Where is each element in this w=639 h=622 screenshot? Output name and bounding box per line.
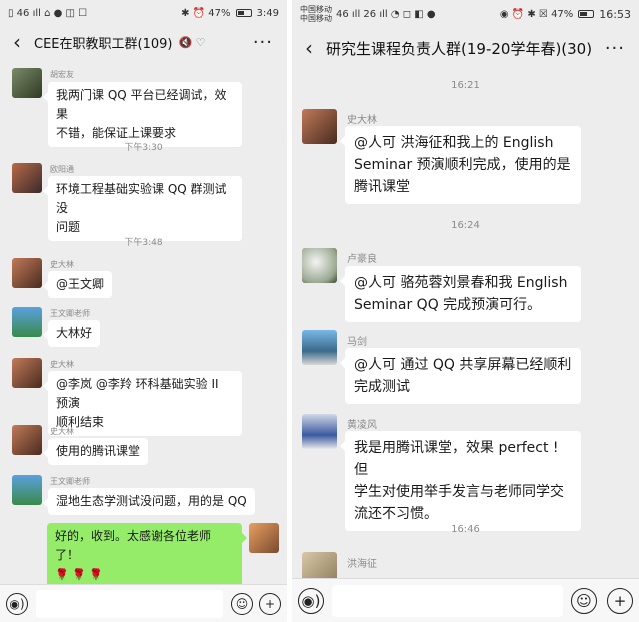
message-bubble[interactable]: @人可 骆苑蓉刘景春和我 English Seminar QQ 完成预演可行。 [340,266,581,322]
sender-name: 洪海征 [347,559,377,570]
plus-icon[interactable]: + [607,587,633,614]
message-bubble[interactable]: 使用的腾讯课堂 [42,438,149,465]
chat-title: 研究生课程负责人群(19-20学年春)(30) [326,39,593,58]
avatar[interactable] [12,358,42,388]
clock: 3:49 [256,7,279,19]
timestamp: 下午3:48 [124,238,163,248]
avatar[interactable] [302,248,337,283]
message-line: 我两门课 QQ 平台已经调试，效果 [56,88,227,121]
chat-header: ‹ CEE在职教职工群(109) 🔇 ♡ ··· [0,24,287,60]
back-arrow-icon[interactable]: ‹ [0,30,34,54]
carrier-1: 中国移动 [300,5,332,14]
avatar[interactable] [302,414,337,449]
more-options-icon[interactable]: ··· [605,38,625,59]
message-bubble[interactable]: 我两门课 QQ 平台已经调试，效果 不错，能保证上课要求 [43,82,242,147]
sender-name: 卢豪良 [347,254,377,265]
message-line: @人可 骆苑蓉刘景春和我 English [354,275,568,291]
input-bar: ◉) ☺ + [292,578,639,622]
message-line: 腾讯课堂 [354,179,410,195]
message-line: @人可 洪海征和我上的 English [354,135,554,151]
voice-icon[interactable]: ◉) [6,592,28,615]
sender-name: 胡宏友 [50,70,74,79]
sender-name: 马剑 [347,337,367,348]
message-bubble[interactable]: 环境工程基础实验课 QQ 群测试没 问题 [43,176,242,241]
timestamp: 16:21 [451,80,480,91]
message-line: 环境工程基础实验课 QQ 群测试没 [56,182,227,215]
status-bar: 中国移动 中国移动 46 ıll 26 ıll ◔ ◻ ◧ ● ◉ ⏰ ✱ ☒ … [292,0,639,28]
message-line: 流还不习惯。 [354,506,438,522]
avatar[interactable] [12,475,42,505]
message-input[interactable] [36,589,223,618]
sender-name: 欧阳通 [50,165,74,174]
avatar[interactable] [302,109,337,144]
battery-icon [235,9,252,17]
avatar[interactable] [12,68,42,98]
sender-name: 史大林 [50,360,74,369]
my-avatar[interactable] [249,523,279,553]
status-icons: 46 ıll 26 ıll ◔ ◻ ◧ ● [336,8,436,20]
status-bar: ▯ 46 ıll ⌂ ● ◫ ☐ ✱ ⏰ 47% 3:49 [0,0,287,26]
sender-name: 史大林 [347,115,377,126]
status-indicators: ✱ ⏰ 47% [181,7,231,19]
message-bubble[interactable]: @王文卿 [42,271,113,298]
left-chat-screen: ▯ 46 ıll ⌂ ● ◫ ☐ ✱ ⏰ 47% 3:49 ‹ CEE在职教职工… [0,0,287,622]
avatar[interactable] [302,330,337,365]
message-line: 顺利结束 [56,415,105,429]
carrier-labels: 中国移动 中国移动 [300,5,332,23]
chat-title: CEE在职教职工群(109) [34,36,173,52]
message-bubble[interactable]: 大林好 [42,320,101,347]
more-options-icon[interactable]: ··· [253,32,273,53]
avatar[interactable] [12,163,42,193]
message-line: @李岚 @李羚 环科基础实验 II 预演 [56,377,219,410]
message-bubble[interactable]: 我是用腾讯课堂，效果 perfect ! 但 学生对使用举手发言与老师同学交 流… [340,431,581,531]
message-line: Seminar 预演顺利完成，使用的是 [354,157,571,173]
clock: 16:53 [599,7,631,21]
avatar[interactable] [12,307,42,337]
chat-header: ‹ 研究生课程负责人群(19-20学年春)(30) ··· [292,30,639,66]
message-line: @王文卿 [56,277,105,291]
emoji-icon[interactable]: ☺ [231,592,253,615]
message-line: 使用的腾讯课堂 [56,444,141,458]
message-bubble[interactable]: @人可 洪海征和我上的 English Seminar 预演顺利完成，使用的是 … [340,126,581,204]
back-arrow-icon[interactable]: ‹ [292,36,326,60]
avatar[interactable] [12,425,42,455]
timestamp: 16:24 [451,220,480,231]
message-line: 大林好 [56,326,93,340]
message-line: 我是用腾讯课堂，效果 perfect ! 但 [354,440,559,478]
voice-icon[interactable]: ◉) [298,587,324,614]
emoji-icon[interactable]: ☺ [571,587,597,614]
message-line: 好的，收到。太感谢各位老师了！ [55,529,212,562]
message-bubble[interactable]: @人可 通过 QQ 共享屏幕已经顺利 完成测试 [340,348,581,404]
status-icons: ▯ 46 ıll ⌂ ● ◫ ☐ [8,7,88,19]
rose-emoji: 🌹 🌹 🌹 [55,568,104,581]
input-bar: ◉) ☺ + [0,584,287,622]
mute-icon: 🔇 ♡ [178,35,206,49]
sender-name: 黄凌风 [347,420,377,431]
timestamp: 下午3:30 [124,143,163,153]
right-chat-screen: 中国移动 中国移动 46 ıll 26 ıll ◔ ◻ ◧ ● ◉ ⏰ ✱ ☒ … [292,0,639,622]
message-line: 学生对使用举手发言与老师同学交 [354,484,564,500]
sender-name: 史大林 [50,427,74,436]
message-line: 完成测试 [354,379,410,395]
plus-icon[interactable]: + [259,592,281,615]
message-line: @人可 通过 QQ 共享屏幕已经顺利 [354,357,572,373]
sender-name: 史大林 [50,260,74,269]
message-bubble[interactable]: 好的，收到。太感谢各位老师了！ 🌹 🌹 🌹 [47,523,247,588]
status-indicators: ◉ ⏰ ✱ ☒ 47% [499,8,574,20]
battery-icon [578,10,595,18]
sender-name: 王文卿老师 [50,477,90,486]
message-bubble[interactable]: 湿地生态学测试没问题，用的是 QQ [43,488,255,515]
carrier-2: 中国移动 [300,14,332,23]
message-bubble[interactable]: @李岚 @李羚 环科基础实验 II 预演 顺利结束 [43,371,242,436]
avatar[interactable] [12,258,42,288]
message-input[interactable] [332,584,563,617]
message-line: 湿地生态学测试没问题，用的是 QQ [56,494,247,508]
message-line: Seminar QQ 完成预演可行。 [354,297,542,313]
timestamp: 16:46 [451,524,480,535]
sender-name: 王文卿老师 [50,309,90,318]
